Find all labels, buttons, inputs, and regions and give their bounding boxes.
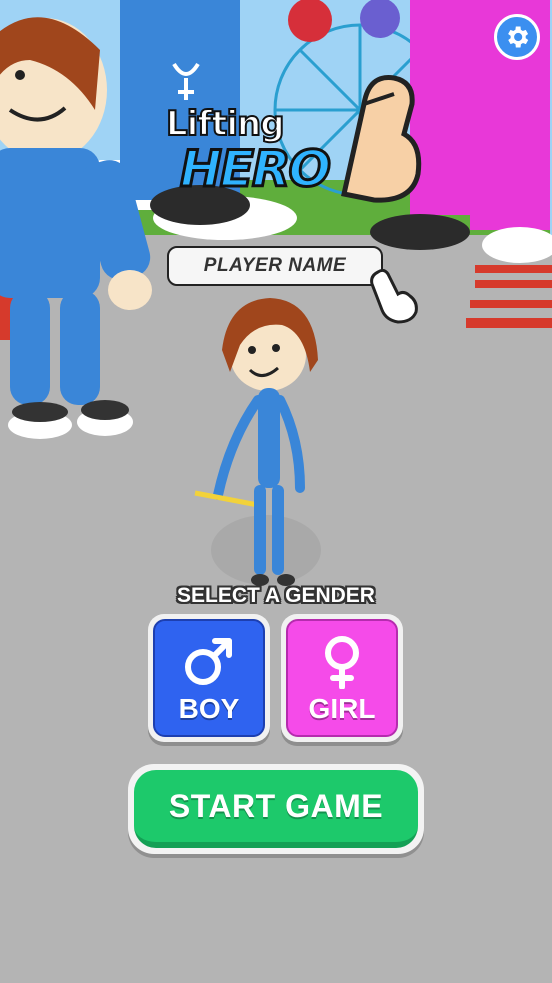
- settings-button[interactable]: [494, 14, 540, 60]
- male-symbol-icon: [185, 638, 232, 685]
- girl-button[interactable]: GIRL: [281, 614, 403, 742]
- girl-label: GIRL: [308, 693, 376, 724]
- start-game-button[interactable]: START GAME: [128, 764, 424, 854]
- gear-icon: [508, 26, 529, 48]
- game-logo: Lifting HERO: [158, 58, 428, 208]
- boy-button[interactable]: BOY: [148, 614, 270, 742]
- female-symbol-icon: [325, 636, 359, 689]
- player-name-placeholder: PLAYER NAME: [203, 255, 347, 276]
- select-gender-label: SELECT A GENDER: [177, 584, 375, 607]
- start-game-label: START GAME: [168, 787, 384, 824]
- player-name-input[interactable]: PLAYER NAME: [167, 246, 383, 286]
- flexed-arm-icon: [341, 75, 422, 203]
- boy-label: BOY: [178, 693, 240, 724]
- tap-hand-icon: [370, 268, 418, 324]
- gender-symbol-icon: [172, 62, 200, 100]
- logo-title-line1: Lifting: [165, 103, 286, 145]
- logo-title-line2: HERO: [178, 139, 332, 200]
